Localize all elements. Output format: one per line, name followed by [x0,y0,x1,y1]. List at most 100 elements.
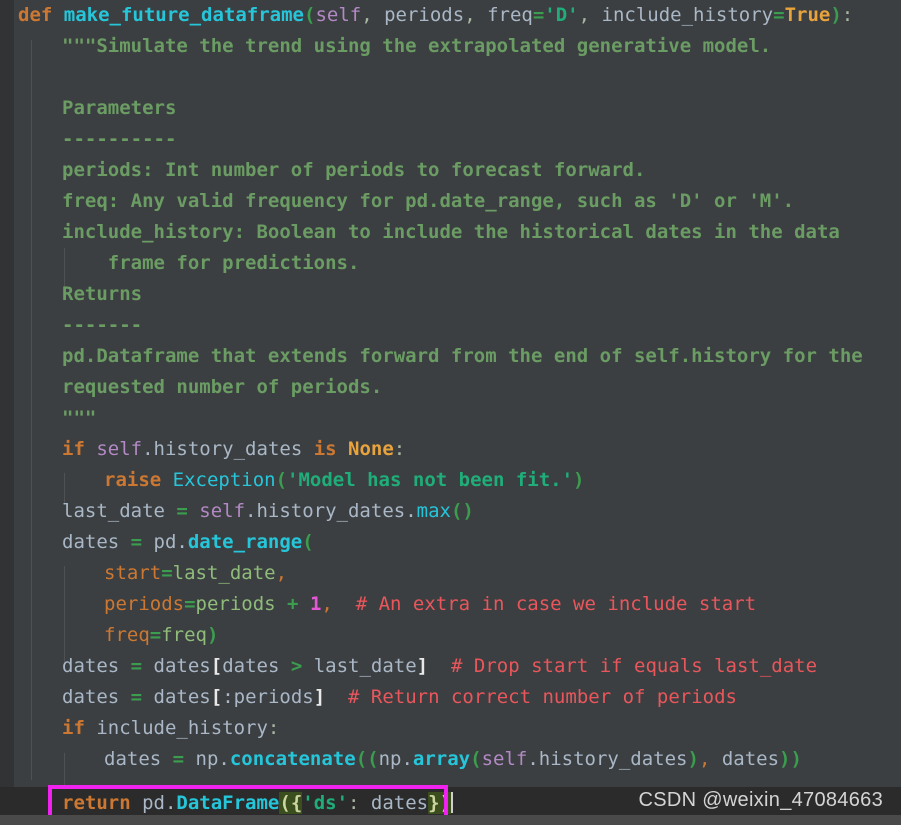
code-line-arg-start[interactable]: start=last_date, [14,558,901,589]
code-line-docstring-periods[interactable]: periods: Int number of periods to foreca… [14,155,901,186]
param-periods: periods [384,4,465,26]
self-reference: self [96,438,143,460]
comma-3: , [578,4,602,26]
self-reference: self [199,500,246,522]
method-max: max [416,500,451,522]
code-line-dates-date-range[interactable]: dates = pd.date_range( [14,527,901,558]
greater-than-op: > [290,655,303,677]
code-line-docstring-include-history[interactable]: include_history: Boolean to include the … [14,217,901,248]
inline-comment: # Return correct number of periods [325,686,737,708]
assign-op: = [176,500,200,522]
self-reference: self [481,748,528,770]
parens-empty: () [450,500,474,522]
value-periods: periods [195,593,288,615]
code-line-concatenate[interactable]: dates = np.concatenate((np.array(self.hi… [14,744,901,775]
keyword-if: if [62,717,85,739]
editor-gutter [0,0,14,825]
code-line-blank-1[interactable] [14,62,901,93]
var-last-date: last_date [62,500,177,522]
equals-2: = [773,4,785,26]
equals: = [149,624,162,646]
arg-dates: dates [710,748,780,770]
code-line-docstring-returns[interactable]: Returns [14,279,901,310]
exception-class: Exception [161,469,276,491]
code-line-last-date-assign[interactable]: last_date = self.history_dates.max() [14,496,901,527]
docstring-dataframe-desc: pd.Dataframe that extends forward from t… [62,345,863,367]
cond-include-history: include_history [84,717,268,739]
attr-history-dates: .history_dates. [245,500,417,522]
keyword-def: def [18,4,53,26]
method-concatenate: concatenate [229,748,356,770]
code-editor[interactable]: def make_future_dataframe(self, periods,… [0,0,901,825]
method-date-range: date_range [187,531,303,553]
param-include-history: include_history [601,4,774,26]
text-caret [451,792,454,813]
paren-open: ( [302,531,314,553]
var-dates: dates [62,531,131,553]
comma-2: , [464,4,488,26]
csdn-watermark: CSDN @weixin_47084663 [638,789,883,811]
paren-close: ) [573,469,585,491]
value-freq: freq [161,624,207,646]
code-line-docstring-open[interactable]: """Simulate the trend using the extrapol… [14,31,901,62]
code-line-docstring-rule-1[interactable]: ---------- [14,124,901,155]
slice-expr: :periods [222,686,314,708]
error-message-string: 'Model has not been fit.' [287,469,574,491]
equals-1: = [532,4,545,26]
code-line-docstring-frame[interactable]: frame for predictions. [14,248,901,279]
module-pd: pd. [153,531,188,553]
code-line-docstring-requested[interactable]: requested number of periods. [14,372,901,403]
paren-close-double: )) [779,748,802,770]
kwarg-periods: periods [104,593,185,615]
comma: , [321,593,333,615]
module-np-2: np. [378,748,413,770]
code-line-docstring-freq[interactable]: freq: Any valid frequency for pd.date_ra… [14,186,901,217]
paren-open: ( [304,4,316,26]
docstring-underline-1: ---------- [62,128,177,150]
code-line-if-history-none[interactable]: if self.history_dates is None: [14,434,901,465]
docstring-returns-heading: Returns [62,283,143,305]
docstring-freq-desc: freq: Any valid frequency for pd.date_ra… [62,190,795,212]
code-line-docstring-dataframe[interactable]: pd.Dataframe that extends forward from t… [14,341,901,372]
code-line-def-signature[interactable]: def make_future_dataframe(self, periods,… [14,0,901,31]
colon: : [348,792,360,814]
comma-1: , [361,4,385,26]
assign-op: = [130,686,154,708]
code-line-arg-periods[interactable]: periods=periods + 1, # An extra in case … [14,589,901,620]
paren-close: ) [206,624,219,646]
comma: , [275,562,288,584]
docstring-underline-2: ------- [62,314,143,336]
code-line-filter-dates[interactable]: dates = dates[dates > last_date] # Drop … [14,651,901,682]
docstring-parameters-heading: Parameters [62,97,177,119]
code-line-docstring-close[interactable]: """ [14,403,901,434]
docstring-requested-desc: requested number of periods. [62,376,383,398]
code-line-docstring-parameters[interactable]: Parameters [14,93,901,124]
code-line-if-include-history[interactable]: if include_history: [14,713,901,744]
brace-open-matched: { [290,792,303,814]
code-lines-container[interactable]: def make_future_dataframe(self, periods,… [14,0,901,775]
equals: = [184,593,196,615]
bracket-open: [ [210,686,223,708]
code-line-arg-freq[interactable]: freq=freq) [14,620,901,651]
string-d: 'D' [544,4,579,26]
code-line-slice-dates[interactable]: dates = dates[:periods] # Return correct… [14,682,901,713]
paren-close-matched: ) [439,792,452,814]
keyword-return: return [62,792,131,814]
literal-none: None [336,438,394,460]
inner-last-date: last_date [302,655,417,677]
paren-close: ) [830,4,842,26]
attr-history-dates: .history_dates [527,748,688,770]
value-last-date: last_date [172,562,276,584]
assign-op: = [130,531,154,553]
brace-close-matched: } [428,792,440,814]
docstring-frame-desc: frame for predictions. [62,252,360,274]
code-line-raise-exception[interactable]: raise Exception('Model has not been fit.… [14,465,901,496]
status-bar [0,815,901,825]
code-line-docstring-rule-2[interactable]: ------- [14,310,901,341]
kwarg-freq: freq [104,624,150,646]
method-array: array [412,748,471,770]
docstring-periods-desc: periods: Int number of periods to foreca… [62,159,646,181]
param-self: self [315,4,362,26]
docstring-include-history-desc: include_history: Boolean to include the … [62,221,840,243]
number-literal: 1 [298,593,322,615]
